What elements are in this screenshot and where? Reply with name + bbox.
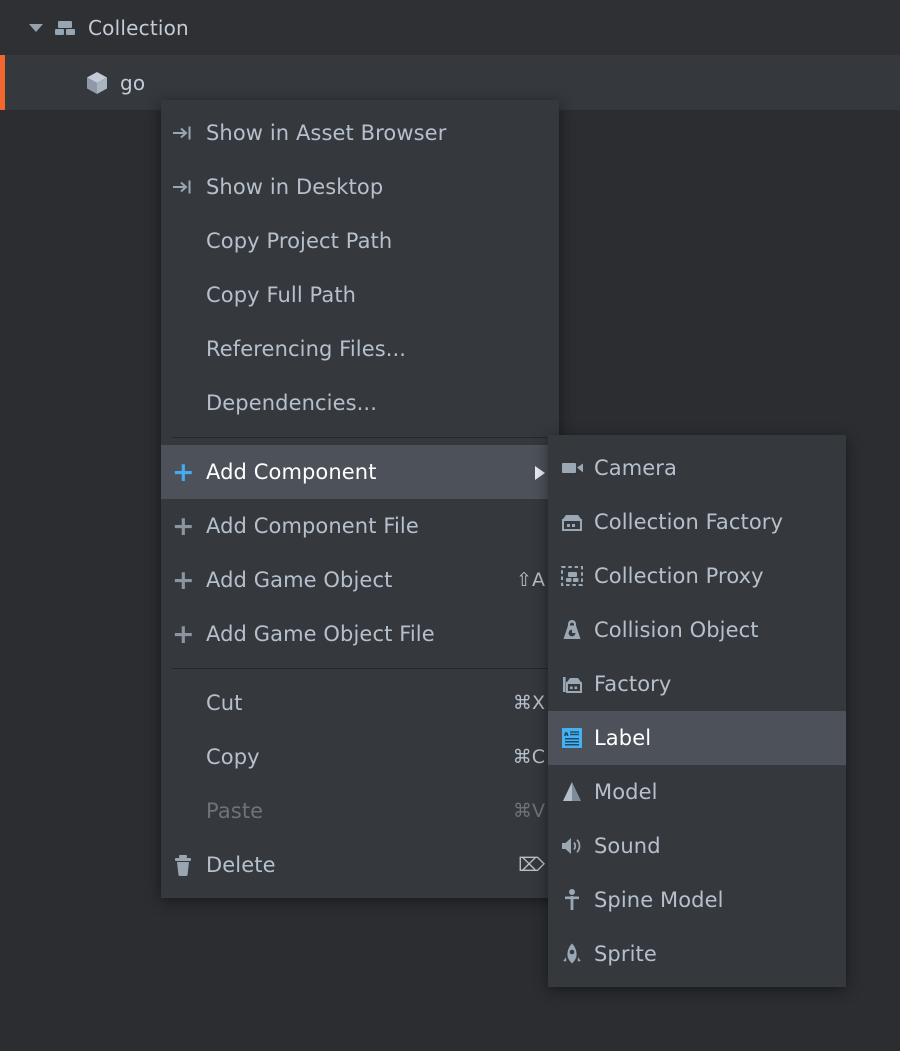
menu-item-shortcut: ⇧A (516, 569, 545, 591)
menu-item-delete[interactable]: Delete ⌦ (161, 838, 559, 892)
outliner-row-collection[interactable]: Collection (0, 0, 900, 55)
menu-item-show-in-asset-browser[interactable]: Show in Asset Browser (161, 106, 559, 160)
no-icon (172, 336, 206, 362)
plus-icon: + (172, 510, 195, 542)
submenu-item-camera[interactable]: Camera (548, 441, 846, 495)
menu-item-label: Show in Desktop (206, 175, 384, 199)
menu-item-shortcut: ⌘X (512, 692, 545, 714)
submenu-item-collection-proxy[interactable]: Collection Proxy (548, 549, 846, 603)
menu-item-add-game-object-file[interactable]: + Add Game Object File (161, 607, 559, 661)
no-icon (172, 744, 206, 770)
no-icon (172, 228, 206, 254)
menu-item-label: Delete (206, 853, 276, 877)
no-icon (172, 390, 206, 416)
submenu-item-label: Spine Model (594, 888, 724, 912)
menu-separator (172, 437, 548, 438)
submenu-item-label: Collision Object (594, 618, 759, 642)
submenu-item-label: Collection Factory (594, 510, 784, 534)
menu-item-add-game-object[interactable]: + Add Game Object ⇧A (161, 553, 559, 607)
menu-item-paste: Paste ⌘V (161, 784, 559, 838)
plus-icon: + (172, 618, 195, 650)
no-icon (172, 690, 206, 716)
menu-item-label: Add Game Object File (206, 622, 435, 646)
menu-item-label: Paste (206, 799, 264, 823)
submenu-item-collection-factory[interactable]: Collection Factory (548, 495, 846, 549)
submenu-item-label: Sprite (594, 942, 657, 966)
menu-item-label: Cut (206, 691, 243, 715)
submenu-item-label: Camera (594, 456, 678, 480)
add-component-submenu: Camera Collection Factory Collection Pro… (548, 435, 846, 987)
factory-icon (560, 671, 594, 697)
submenu-item-label: Model (594, 780, 658, 804)
submenu-item-label: Factory (594, 672, 672, 696)
submenu-item-model[interactable]: Model (548, 765, 846, 819)
menu-item-label: Add Component (206, 460, 377, 484)
menu-item-copy-full-path[interactable]: Copy Full Path (161, 268, 559, 322)
menu-item-copy-project-path[interactable]: Copy Project Path (161, 214, 559, 268)
menu-item-cut[interactable]: Cut ⌘X (161, 676, 559, 730)
trash-icon (172, 852, 206, 878)
menu-item-label: Dependencies... (206, 391, 377, 415)
submenu-item-spine-model[interactable]: Spine Model (548, 873, 846, 927)
plus-icon: + (172, 564, 195, 596)
menu-item-dependencies[interactable]: Dependencies... (161, 376, 559, 430)
outliner-panel: Collection go (0, 0, 900, 110)
collection-icon (52, 18, 78, 38)
menu-item-label: Add Game Object (206, 568, 393, 592)
model-icon (560, 779, 594, 805)
menu-item-shortcut: ⌘C (512, 746, 545, 768)
submenu-item-label: Label (594, 726, 652, 750)
chevron-down-icon[interactable] (29, 21, 43, 35)
submenu-item-label: Sound (594, 834, 661, 858)
game-object-icon (84, 70, 110, 96)
show-in-target-icon (172, 174, 206, 200)
collection-factory-icon (560, 509, 594, 535)
submenu-item-label[interactable]: Label (548, 711, 846, 765)
plus-icon: + (172, 456, 195, 488)
outliner-label-go: go (120, 70, 146, 95)
menu-item-label: Copy Project Path (206, 229, 393, 253)
menu-item-show-in-desktop[interactable]: Show in Desktop (161, 160, 559, 214)
show-in-target-icon (172, 120, 206, 146)
sound-icon (560, 833, 594, 859)
menu-item-shortcut: ⌘V (513, 800, 545, 822)
submenu-item-collision-object[interactable]: Collision Object (548, 603, 846, 657)
menu-item-label: Add Component File (206, 514, 419, 538)
submenu-item-label: Collection Proxy (594, 564, 764, 588)
menu-item-label: Referencing Files... (206, 337, 407, 361)
submenu-item-sprite[interactable]: Sprite (548, 927, 846, 981)
menu-item-add-component-file[interactable]: + Add Component File (161, 499, 559, 553)
no-icon (172, 798, 206, 824)
menu-item-referencing-files[interactable]: Referencing Files... (161, 322, 559, 376)
outliner-label-collection: Collection (88, 15, 189, 40)
collision-object-icon (560, 617, 594, 643)
collection-proxy-icon (560, 563, 594, 589)
menu-item-label: Show in Asset Browser (206, 121, 447, 145)
sprite-icon (560, 941, 594, 967)
chevron-right-icon (531, 465, 545, 480)
menu-item-shortcut: ⌦ (518, 854, 545, 876)
submenu-item-factory[interactable]: Factory (548, 657, 846, 711)
menu-separator (172, 668, 548, 669)
camera-icon (560, 455, 594, 481)
no-icon (172, 282, 206, 308)
menu-item-add-component[interactable]: + Add Component (161, 445, 559, 499)
menu-item-label: Copy (206, 745, 260, 769)
submenu-item-sound[interactable]: Sound (548, 819, 846, 873)
menu-item-copy[interactable]: Copy ⌘C (161, 730, 559, 784)
label-icon (560, 725, 594, 751)
menu-item-label: Copy Full Path (206, 283, 357, 307)
spine-model-icon (560, 887, 594, 913)
context-menu: Show in Asset Browser Show in Desktop Co… (161, 100, 559, 898)
